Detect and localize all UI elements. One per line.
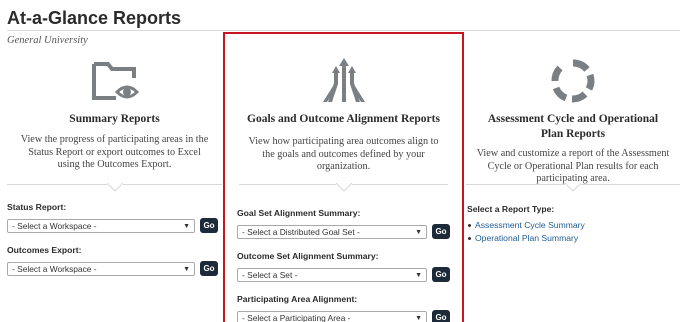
summary-reports-description: View the progress of participating areas… — [20, 134, 209, 170]
outcome-set-go-button[interactable]: Go — [432, 267, 450, 282]
dropdown-arrow-icon: ▼ — [415, 271, 422, 279]
status-report-select[interactable]: - Select a Workspace - ▼ — [7, 218, 195, 233]
alignment-reports-form: Goal Set Alignment Summary: - Select a D… — [225, 208, 462, 322]
cycle-ring-icon — [548, 56, 598, 106]
outcomes-export-select[interactable]: - Select a Workspace - ▼ — [7, 261, 195, 276]
summary-reports-form: Status Report: - Select a Workspace - ▼ … — [7, 202, 222, 288]
alignment-reports-panel: Goals and Outcome Alignment Reports View… — [223, 32, 464, 322]
goal-set-select-value: - Select a Distributed Goal Set - — [242, 226, 360, 237]
dropdown-arrow-icon: ▼ — [415, 228, 422, 236]
status-report-label: Status Report: — [7, 202, 67, 212]
alignment-reports-description: View how participating area outcomes ali… — [248, 136, 439, 172]
goal-set-go-button[interactable]: Go — [432, 224, 450, 239]
participating-area-select[interactable]: - Select a Participating Area - ▼ — [237, 310, 427, 322]
goal-set-alignment-label: Goal Set Alignment Summary: — [237, 208, 361, 218]
folder-eye-icon — [90, 56, 140, 106]
header-divider — [7, 30, 680, 31]
report-type-list: Assessment Cycle Summary Operational Pla… — [467, 220, 679, 243]
section-divider — [466, 183, 680, 194]
assessment-cycle-summary-link[interactable]: Assessment Cycle Summary — [468, 220, 679, 230]
section-divider — [239, 183, 448, 194]
status-report-go-button[interactable]: Go — [200, 218, 218, 233]
dropdown-arrow-icon: ▼ — [415, 314, 422, 322]
cycle-reports-form: Select a Report Type: Assessment Cycle S… — [466, 204, 680, 246]
alignment-reports-title: Goals and Outcome Alignment Reports — [247, 113, 440, 125]
outcome-set-alignment-label: Outcome Set Alignment Summary: — [237, 251, 379, 261]
converging-arrows-icon — [319, 56, 369, 106]
summary-reports-title: Summary Reports — [69, 113, 160, 125]
outcomes-export-label: Outcomes Export: — [7, 245, 82, 255]
page-title: At-a-Glance Reports — [7, 8, 182, 28]
outcome-set-select-value: - Select a Set - — [242, 269, 298, 280]
cycle-reports-panel: Assessment Cycle and Operational Plan Re… — [466, 32, 680, 322]
participating-area-alignment-label: Participating Area Alignment: — [237, 294, 358, 304]
dropdown-arrow-icon: ▼ — [183, 265, 190, 273]
cycle-reports-description: View and customize a report of the Asses… — [476, 148, 670, 184]
summary-reports-panel: Summary Reports View the progress of par… — [7, 32, 222, 322]
operational-plan-summary-link[interactable]: Operational Plan Summary — [468, 233, 679, 243]
dropdown-arrow-icon: ▼ — [183, 222, 190, 230]
cycle-reports-title: Assessment Cycle and Operational Plan Re… — [487, 113, 659, 140]
outcome-set-select[interactable]: - Select a Set - ▼ — [237, 267, 427, 282]
goal-set-select[interactable]: - Select a Distributed Goal Set - ▼ — [237, 224, 427, 239]
participating-area-select-value: - Select a Participating Area - — [242, 312, 351, 322]
status-report-select-value: - Select a Workspace - — [12, 220, 97, 231]
section-divider — [7, 183, 222, 194]
report-type-label: Select a Report Type: — [467, 204, 555, 214]
outcomes-export-select-value: - Select a Workspace - — [12, 263, 97, 274]
outcomes-export-go-button[interactable]: Go — [200, 261, 218, 276]
participating-area-go-button[interactable]: Go — [432, 310, 450, 322]
